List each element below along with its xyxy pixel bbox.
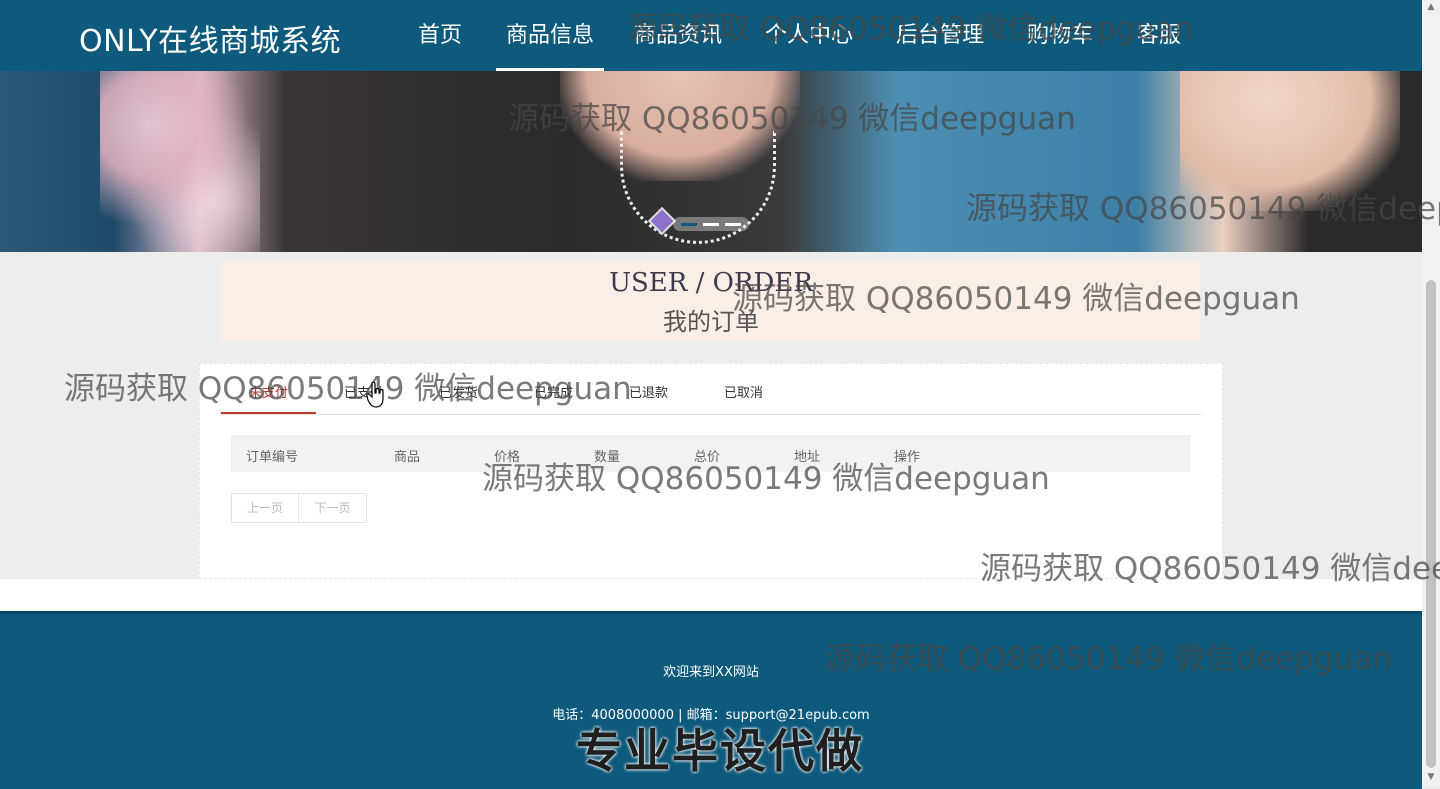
watermark-text: 源码获取 QQ86050149 微信deepguan [732,281,1300,317]
nav-home[interactable]: 首页 [405,0,475,71]
watermark-text: 源码获取 QQ86050149 微信deepguan [824,641,1392,677]
nav-product-info[interactable]: 商品信息 [496,0,604,71]
mouse-pointer-hand-icon [366,382,384,408]
carousel-dot-3[interactable] [725,223,741,226]
site-brand[interactable]: ONLY在线商城系统 [79,16,341,60]
tabs-divider [221,414,1201,415]
carousel-indicators [673,217,749,231]
col-order-id: 订单编号 [246,450,299,465]
scroll-up-arrow-icon[interactable]: ▲ [1425,2,1437,12]
watermark-text: 源码获取 QQ86050149 微信deepguan [626,11,1194,47]
next-page-button[interactable]: 下一页 [298,493,367,523]
col-product: 商品 [394,450,421,465]
watermark-text: 源码获取 QQ86050149 微信deepguan [64,371,632,407]
prev-page-button[interactable]: 上一页 [231,493,299,523]
carousel-dot-2[interactable] [703,223,719,226]
watermark-text: 源码获取 QQ86050149 微信deepguan [482,461,1050,497]
scrollbar-thumb[interactable] [1426,280,1436,768]
tab-cancelled[interactable]: 已取消 [696,384,791,414]
watermark-text: 源码获取 QQ86050149 微信deepg [966,191,1440,227]
scroll-down-arrow-icon[interactable]: ▼ [1425,772,1437,782]
footer-overlay-text: 专业毕设代做 [576,724,864,778]
banner-flowers [100,71,260,252]
watermark-text: 源码获取 QQ86050149 微信deep [980,551,1440,587]
carousel-dot-1[interactable] [681,223,697,226]
watermark-text: 源码获取 QQ86050149 微信deepguan [508,101,1076,137]
